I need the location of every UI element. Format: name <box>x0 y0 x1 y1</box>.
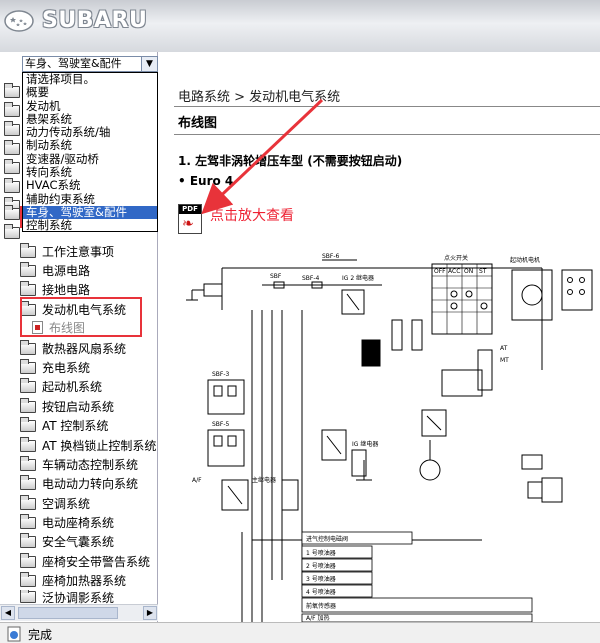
status-text: 完成 <box>28 628 53 642</box>
diagram-row-label: 4 号喷油器 <box>306 588 336 596</box>
diagram-label: AT <box>500 345 508 352</box>
diagram-label: SBF-6 <box>322 253 340 260</box>
diagram-label: IG 2 继电器 <box>342 274 374 282</box>
diagram-row-label: A/F 加热 <box>306 614 330 622</box>
diagram-label: MT <box>500 357 509 364</box>
dropdown-option[interactable]: HVAC系统 <box>23 179 157 192</box>
diagram-label: 点火开关 <box>444 254 468 262</box>
diagram-label: SBF-5 <box>212 421 230 428</box>
diagram-row-label: 2 号喷油器 <box>306 562 336 570</box>
category-dropdown-list: 请选择项目。 概要 发动机 悬架系统 动力传动系统/轴 制动系统 变速器/驱动桥… <box>22 72 158 232</box>
dropdown-option-selected[interactable]: 车身、驾驶室&配件 <box>23 205 157 220</box>
diagram-label: ST <box>479 268 487 275</box>
diagram-label: 起动机电机 <box>510 256 540 264</box>
diagram-row-label: 3 号喷油器 <box>306 575 336 583</box>
dropdown-option[interactable]: 变速器/驱动桥 <box>23 153 157 166</box>
diagram-label: SBF <box>270 273 282 280</box>
wiring-diagram[interactable]: 进气控制电磁阀 1 号喷油器 2 号喷油器 3 号喷油器 4 号喷油器 前氧传感… <box>182 250 600 622</box>
status-bar: 完成 <box>0 622 600 643</box>
dropdown-option[interactable]: 制动系统 <box>23 139 157 152</box>
diagram-row-label: 前氧传感器 <box>306 602 336 610</box>
dropdown-option[interactable]: 转向系统 <box>23 166 157 179</box>
diagram-label: 主继电器 <box>252 476 276 484</box>
dropdown-option[interactable]: 请选择项目。 <box>23 73 157 86</box>
dropdown-option[interactable]: 辅助约束系统 <box>23 193 157 206</box>
dropdown-option[interactable]: 发动机 <box>23 100 157 113</box>
dropdown-option[interactable]: 悬架系统 <box>23 113 157 126</box>
diagram-label: A/F <box>192 477 202 484</box>
dropdown-option[interactable]: 动力传动系统/轴 <box>23 126 157 139</box>
diagram-label: OFF <box>434 268 446 275</box>
dropdown-option[interactable]: 控制系统 <box>23 219 157 231</box>
diagram-label: ACC <box>448 268 460 275</box>
dropdown-option[interactable]: 概要 <box>23 86 157 99</box>
ie-page-icon <box>7 626 21 642</box>
diagram-row-label: 进气控制电磁阀 <box>306 535 348 543</box>
diagram-row-label: 1 号喷油器 <box>306 549 336 557</box>
diagram-label: SBF-4 <box>302 275 320 282</box>
diagram-label: ON <box>464 268 473 275</box>
diagram-label: SBF-3 <box>212 371 230 378</box>
diagram-label: IG 继电器 <box>352 440 378 448</box>
